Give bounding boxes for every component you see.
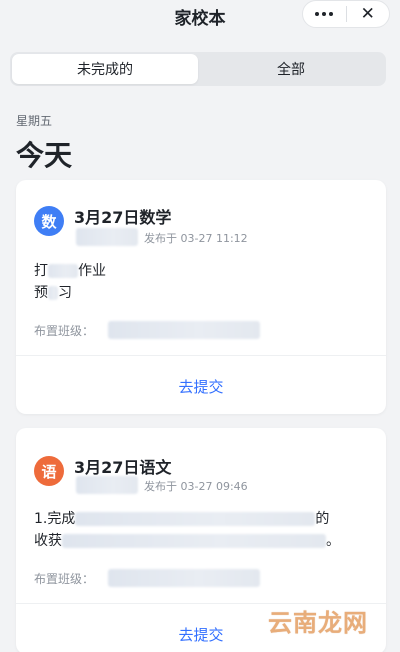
close-button[interactable]: ✕ <box>347 1 390 27</box>
card-title: 3月27日数学 <box>74 208 172 227</box>
content-line: 预习 <box>34 282 72 302</box>
publish-time: 发布于 03-27 11:12 <box>144 232 248 245</box>
content-line: 1.完成 的 <box>34 508 329 528</box>
site-watermark: 云南龙网 <box>268 609 368 637</box>
day-heading: 今天 <box>16 139 73 172</box>
content-text: 收获 <box>34 533 62 549</box>
more-dots-icon <box>315 12 334 16</box>
content-text-tail: 。 <box>326 533 340 549</box>
content-text: 1.完成 <box>34 511 76 527</box>
mini-program-capsule: ✕ <box>302 0 390 28</box>
tab-all[interactable]: 全部 <box>198 54 384 84</box>
redacted-teacher-name <box>76 228 138 246</box>
homework-card-math[interactable]: 数 3月27日数学 发布于 03-27 11:12 打 作业 预习 布置班级： 去… <box>16 180 386 414</box>
nav-bar: 家校本 ✕ <box>0 0 400 30</box>
weekday-label: 星期五 <box>16 114 53 128</box>
close-icon: ✕ <box>360 4 375 24</box>
status-tabs: 未完成的 全部 <box>10 52 386 86</box>
redacted-text <box>62 534 326 548</box>
class-label: 布置班级： <box>34 324 95 338</box>
redacted-text <box>48 264 78 278</box>
tab-incomplete[interactable]: 未完成的 <box>12 54 198 84</box>
subject-avatar: 语 <box>34 456 64 486</box>
content-line: 打 作业 <box>34 260 106 280</box>
class-label: 布置班级： <box>34 572 95 586</box>
content-text: 预 <box>34 285 48 301</box>
more-button[interactable] <box>303 1 346 27</box>
content-text: 打 <box>34 263 48 279</box>
card-divider <box>16 355 386 356</box>
content-text-tail: 作业 <box>78 263 106 279</box>
submit-button[interactable]: 去提交 <box>16 376 386 397</box>
redacted-class-names <box>108 321 260 339</box>
redacted-class-names <box>108 569 260 587</box>
redacted-text <box>75 512 316 526</box>
content-text-tail: 的 <box>315 511 330 527</box>
card-title: 3月27日语文 <box>74 458 172 477</box>
publish-time: 发布于 03-27 09:46 <box>144 480 248 493</box>
redacted-text <box>48 286 58 300</box>
subject-avatar: 数 <box>34 206 64 236</box>
content-line: 收获 。 <box>34 530 340 550</box>
redacted-teacher-name <box>76 476 138 494</box>
content-text-tail: 习 <box>58 285 72 301</box>
